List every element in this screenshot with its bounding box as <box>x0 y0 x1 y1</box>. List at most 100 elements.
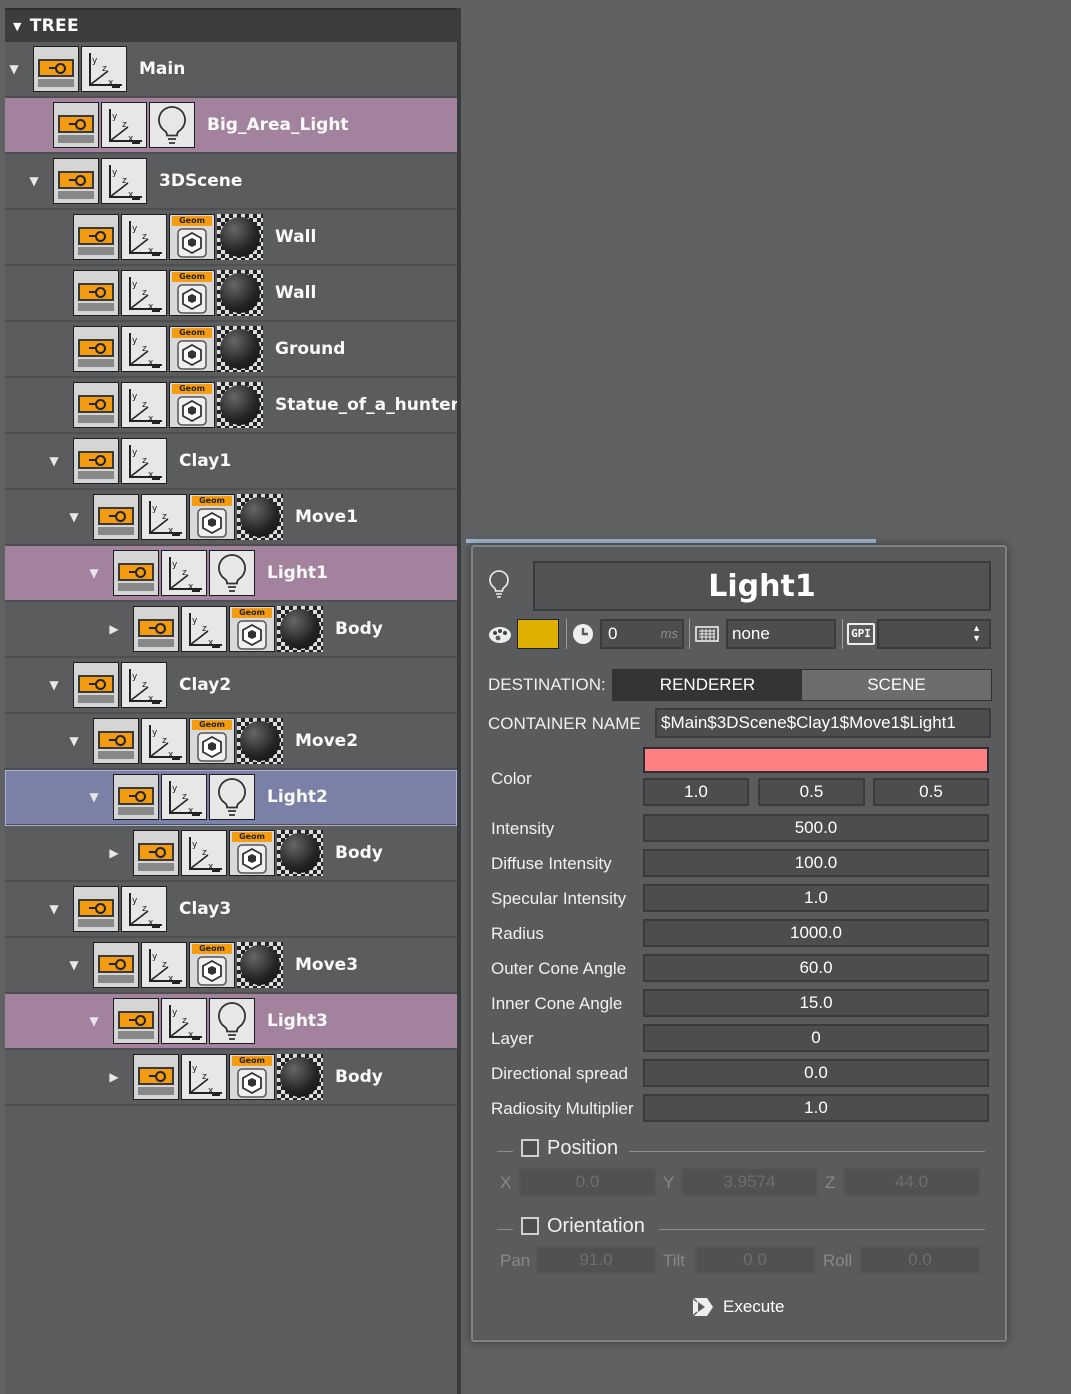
transform-axis-icon[interactable]: yzx <box>121 270 167 316</box>
geometry-icon[interactable]: Geom <box>169 214 215 260</box>
geometry-icon[interactable]: Geom <box>169 326 215 372</box>
transform-axis-icon[interactable]: yzx <box>121 886 167 932</box>
geometry-icon[interactable]: Geom <box>189 942 235 988</box>
tree-node-row[interactable]: ▼ y z x Geom Move3 <box>5 938 457 994</box>
tree-header[interactable]: ▼ TREE <box>5 8 457 42</box>
tree-node-label[interactable]: Light3 <box>267 1011 328 1031</box>
container-title[interactable]: Light1 <box>533 561 991 611</box>
material-ball-icon[interactable] <box>237 494 283 540</box>
field-value-input[interactable]: 0.0 <box>643 1059 989 1087</box>
tree-node-row[interactable]: ▼ y z x Geom Move1 <box>5 490 457 546</box>
tree-node-row[interactable]: ▼ y z x Clay1 <box>5 434 457 490</box>
tree-node-label[interactable]: Move3 <box>295 955 358 975</box>
container-icon[interactable] <box>113 550 159 596</box>
field-value-input[interactable]: 1000.0 <box>643 919 989 947</box>
color-r-input[interactable]: 1.0 <box>643 778 749 806</box>
container-name-input[interactable]: $Main$3DScene$Clay1$Move1$Light1 <box>655 708 991 738</box>
container-icon[interactable] <box>33 46 79 92</box>
field-value-input[interactable]: 15.0 <box>643 989 989 1017</box>
color-preview[interactable] <box>643 747 989 773</box>
key-input[interactable]: none <box>726 619 836 649</box>
collapsed-arrow-icon[interactable]: ▶ <box>107 622 121 636</box>
container-icon[interactable] <box>93 494 139 540</box>
tree-node-label[interactable]: Light2 <box>267 787 328 807</box>
geometry-icon[interactable]: Geom <box>169 270 215 316</box>
collapsed-arrow-icon[interactable]: ▶ <box>107 1070 121 1084</box>
position-y-input[interactable]: 3.9574 <box>681 1168 818 1196</box>
tree-node-row[interactable]: y z x Geom Wall <box>5 210 457 266</box>
transform-axis-icon[interactable]: yzx <box>141 494 187 540</box>
transform-axis-icon[interactable]: yzx <box>121 382 167 428</box>
transform-axis-icon[interactable]: yzx <box>121 662 167 708</box>
tree-node-row[interactable]: y z x Geom Ground <box>5 322 457 378</box>
container-icon[interactable] <box>73 662 119 708</box>
transform-axis-icon[interactable]: yzx <box>121 438 167 484</box>
material-ball-icon[interactable] <box>217 270 263 316</box>
color-swatch[interactable] <box>517 619 559 649</box>
field-value-input[interactable]: 60.0 <box>643 954 989 982</box>
field-value-input[interactable]: 100.0 <box>643 849 989 877</box>
container-icon[interactable] <box>113 998 159 1044</box>
tree-node-row[interactable]: ▼ y z x 3DScene <box>5 154 457 210</box>
tree-node-label[interactable]: Big_Area_Light <box>207 115 349 135</box>
tree-node-label[interactable]: Statue_of_a_hunter <box>275 395 459 415</box>
expanded-arrow-icon[interactable]: ▼ <box>67 958 81 972</box>
container-icon[interactable] <box>73 326 119 372</box>
tree-node-label[interactable]: Clay3 <box>179 899 231 919</box>
transform-axis-icon[interactable]: yzx <box>181 830 227 876</box>
container-icon[interactable] <box>133 606 179 652</box>
tree-node-row[interactable]: ▼ y z x Clay3 <box>5 882 457 938</box>
tree-node-label[interactable]: 3DScene <box>159 171 242 191</box>
tree-node-row[interactable]: ▼ y z x Light2 <box>5 770 457 826</box>
transform-axis-icon[interactable]: yzx <box>161 774 207 820</box>
roll-input[interactable]: 0.0 <box>860 1246 980 1274</box>
transform-axis-icon[interactable]: yzx <box>121 326 167 372</box>
expanded-arrow-icon[interactable]: ▼ <box>87 1014 101 1028</box>
tree-node-row[interactable]: ▶ y z x Geom Body <box>5 826 457 882</box>
light-bulb-icon[interactable] <box>209 550 255 596</box>
expanded-arrow-icon[interactable]: ▼ <box>47 678 61 692</box>
material-ball-icon[interactable] <box>237 718 283 764</box>
geometry-icon[interactable]: Geom <box>229 1054 275 1100</box>
transform-axis-icon[interactable]: yzx <box>181 606 227 652</box>
container-icon[interactable] <box>133 1054 179 1100</box>
execute-button[interactable]: Execute <box>691 1294 784 1320</box>
tree-node-row[interactable]: ▶ y z x Geom Body <box>5 602 457 658</box>
container-icon[interactable] <box>93 718 139 764</box>
transform-axis-icon[interactable]: yzx <box>181 1054 227 1100</box>
position-z-input[interactable]: 44.0 <box>843 1168 980 1196</box>
gpi-select[interactable]: ▲ ▼ <box>877 619 991 649</box>
delay-input[interactable]: 0 ms <box>600 619 684 649</box>
dest-renderer-button[interactable]: RENDERER <box>613 670 802 700</box>
material-ball-icon[interactable] <box>277 606 323 652</box>
geometry-icon[interactable]: Geom <box>229 606 275 652</box>
container-icon[interactable] <box>133 830 179 876</box>
tree-node-label[interactable]: Ground <box>275 339 345 359</box>
transform-axis-icon[interactable]: yzx <box>101 102 147 148</box>
geometry-icon[interactable]: Geom <box>229 830 275 876</box>
container-icon[interactable] <box>73 438 119 484</box>
material-ball-icon[interactable] <box>237 942 283 988</box>
expanded-arrow-icon[interactable]: ▼ <box>67 510 81 524</box>
tree-node-row[interactable]: ▼ y z x Main <box>5 42 457 98</box>
field-value-input[interactable]: 1.0 <box>643 1094 989 1122</box>
field-value-input[interactable]: 0 <box>643 1024 989 1052</box>
transform-axis-icon[interactable]: yzx <box>141 718 187 764</box>
tree-node-label[interactable]: Move2 <box>295 731 358 751</box>
expanded-arrow-icon[interactable]: ▼ <box>47 454 61 468</box>
geometry-icon[interactable]: Geom <box>169 382 215 428</box>
dest-scene-button[interactable]: SCENE <box>802 670 991 700</box>
container-icon[interactable] <box>73 214 119 260</box>
expanded-arrow-icon[interactable]: ▼ <box>87 566 101 580</box>
light-bulb-icon[interactable] <box>149 102 195 148</box>
container-icon[interactable] <box>113 774 159 820</box>
field-value-input[interactable]: 500.0 <box>643 814 989 842</box>
orientation-checkbox[interactable] <box>521 1217 539 1235</box>
collapse-icon[interactable]: ▼ <box>13 20 22 33</box>
expanded-arrow-icon[interactable]: ▼ <box>87 790 101 804</box>
container-icon[interactable] <box>93 942 139 988</box>
material-ball-icon[interactable] <box>277 1054 323 1100</box>
position-checkbox[interactable] <box>521 1139 539 1157</box>
expanded-arrow-icon[interactable]: ▼ <box>27 174 41 188</box>
transform-axis-icon[interactable]: yzx <box>121 214 167 260</box>
